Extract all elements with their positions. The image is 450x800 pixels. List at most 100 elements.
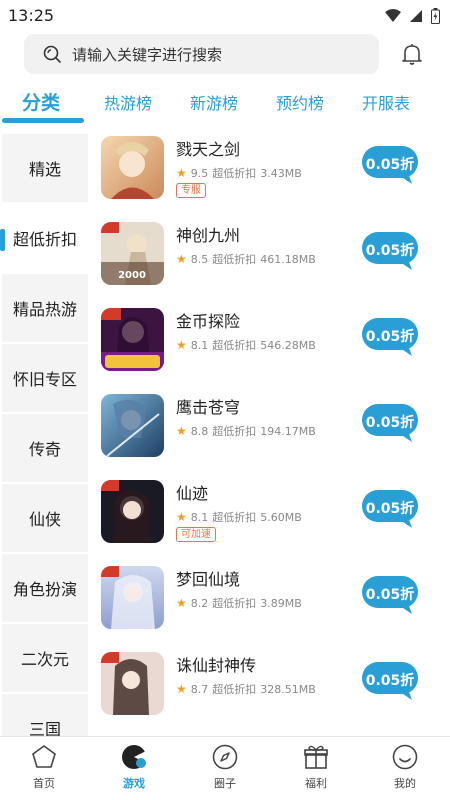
nav-profile[interactable]: 我的 <box>373 743 437 797</box>
bell-icon[interactable] <box>400 42 424 66</box>
tab-hot-games[interactable]: 热游榜 <box>104 90 152 114</box>
list-item[interactable]: 2000 神创九州 ★ 8.5 超低折扣 461.18MB 0.05折 <box>90 220 450 306</box>
tab-server-schedule[interactable]: 开服表 <box>362 90 410 114</box>
sidebar-item-label: 怀旧专区 <box>12 370 77 389</box>
game-icon-image <box>101 480 164 543</box>
game-desc: 超低折扣 <box>212 339 257 352</box>
star-icon: ★ <box>176 424 187 438</box>
sidebar-item-retro[interactable]: 怀旧专区 <box>2 344 88 412</box>
nav-label: 福利 <box>305 777 327 790</box>
discount-badge[interactable]: 0.05折 <box>362 576 418 614</box>
sidebar-item-three-kingdoms[interactable]: 三国 <box>2 694 88 736</box>
star-icon: ★ <box>176 166 187 180</box>
game-size: 5.60MB <box>260 510 302 524</box>
search-placeholder: 请输入关键字进行搜索 <box>72 45 223 64</box>
game-rating: 8.1 <box>190 510 209 524</box>
game-desc: 超低折扣 <box>212 253 257 266</box>
discount-badge[interactable]: 0.05折 <box>362 404 418 442</box>
sidebar-item-label: 角色扮演 <box>12 580 77 599</box>
sidebar-item-label: 二次元 <box>20 650 69 669</box>
sidebar-item-label: 精品热游 <box>12 300 77 319</box>
discount-badge[interactable]: 0.05折 <box>362 318 418 356</box>
sidebar-item-featured[interactable]: 精选 <box>2 134 88 202</box>
game-icon-image <box>101 652 164 715</box>
nav-label: 我的 <box>394 777 416 790</box>
game-name: 鹰击苍穹 <box>176 398 241 417</box>
nav-label: 游戏 <box>123 777 145 790</box>
sidebar-item-label: 传奇 <box>28 440 61 459</box>
game-icon <box>122 745 146 769</box>
sidebar-item-legend[interactable]: 传奇 <box>2 414 88 482</box>
game-icon-image <box>101 136 164 199</box>
list-item[interactable]: 仙迹 ★ 8.1 超低折扣 5.60MB 可加速 0.05折 <box>90 478 450 564</box>
top-tabs: 分类 热游榜 新游榜 预约榜 开服表 <box>0 90 450 124</box>
game-name: 诛仙封神传 <box>176 656 257 675</box>
star-icon: ★ <box>176 338 187 352</box>
star-icon: ★ <box>176 596 187 610</box>
discount-badge[interactable]: 0.05折 <box>362 490 418 528</box>
sidebar-item-low-discount[interactable]: 超低折扣 <box>2 204 88 272</box>
search-icon <box>43 45 61 63</box>
game-size: 194.17MB <box>260 424 316 438</box>
game-size: 3.89MB <box>260 596 302 610</box>
game-name: 戮天之剑 <box>176 140 241 159</box>
list-item[interactable]: 诛仙封神传 ★ 8.7 超低折扣 328.51MB 0.05折 <box>90 650 450 736</box>
game-size: 546.28MB <box>260 338 316 352</box>
list-item[interactable]: 鹰击苍穹 ★ 8.8 超低折扣 194.17MB 0.05折 <box>90 392 450 478</box>
discount-label: 0.05折 <box>365 673 415 689</box>
discount-label: 0.05折 <box>365 243 415 259</box>
sidebar-item-label: 精选 <box>28 160 61 179</box>
sidebar-item-xianxia[interactable]: 仙侠 <box>2 484 88 552</box>
compass-icon <box>212 744 238 770</box>
discount-badge[interactable]: 0.05折 <box>362 146 418 184</box>
battery-icon <box>431 8 440 24</box>
list-item[interactable]: 戮天之剑 ★ 9.5 超低折扣 3.43MB 专服 0.05折 <box>90 134 450 220</box>
tab-category[interactable]: 分类 <box>22 88 60 115</box>
nav-circle[interactable]: 圈子 <box>193 743 257 797</box>
smile-icon <box>392 744 418 770</box>
game-desc: 超低折扣 <box>212 597 257 610</box>
star-icon: ★ <box>176 252 187 266</box>
discount-badge[interactable]: 0.05折 <box>362 232 418 270</box>
sidebar-item-rpg[interactable]: 角色扮演 <box>2 554 88 622</box>
svg-text:2000: 2000 <box>118 270 146 281</box>
game-meta: ★ 9.5 超低折扣 3.43MB <box>176 165 302 181</box>
discount-label: 0.05折 <box>365 157 415 173</box>
list-item[interactable]: 梦回仙境 ★ 8.2 超低折扣 3.89MB 0.05折 <box>90 564 450 650</box>
sidebar-active-indicator <box>0 229 5 251</box>
game-list: 戮天之剑 ★ 9.5 超低折扣 3.43MB 专服 0.05折 2000 神创九州 ★… <box>90 132 450 736</box>
nav-home[interactable]: 首页 <box>12 743 76 797</box>
game-name: 金币探险 <box>176 312 241 331</box>
star-icon: ★ <box>176 510 187 524</box>
game-icon-image <box>101 394 164 457</box>
category-sidebar: 精选 超低折扣 精品热游 怀旧专区 传奇 仙侠 角色扮演 二次元 三国 <box>0 132 90 736</box>
tab-new-games[interactable]: 新游榜 <box>190 90 238 114</box>
tab-underline <box>2 118 84 123</box>
game-size: 461.18MB <box>260 252 316 266</box>
sidebar-item-label: 仙侠 <box>28 510 61 529</box>
game-desc: 超低折扣 <box>212 167 257 180</box>
status-time: 13:25 <box>8 6 55 25</box>
game-rating: 9.5 <box>190 166 209 180</box>
sidebar-item-premium-hot[interactable]: 精品热游 <box>2 274 88 342</box>
tab-reservation[interactable]: 预约榜 <box>276 90 324 114</box>
list-item[interactable]: 金币探险 ★ 8.1 超低折扣 546.28MB 0.05折 <box>90 306 450 392</box>
sidebar-item-anime[interactable]: 二次元 <box>2 624 88 692</box>
game-name: 仙迹 <box>176 484 209 503</box>
sidebar-item-label: 超低折扣 <box>12 230 77 249</box>
game-rating: 8.8 <box>190 424 209 438</box>
game-meta: ★ 8.8 超低折扣 194.17MB <box>176 423 316 439</box>
game-rating: 8.1 <box>190 338 209 352</box>
signal-icon <box>410 10 422 22</box>
game-meta: ★ 8.2 超低折扣 3.89MB <box>176 595 302 611</box>
search-input[interactable]: 请输入关键字进行搜索 <box>24 34 379 74</box>
nav-games[interactable]: 游戏 <box>102 743 166 797</box>
discount-badge[interactable]: 0.05折 <box>362 662 418 700</box>
game-meta: ★ 8.1 超低折扣 546.28MB <box>176 337 316 353</box>
star-icon: ★ <box>176 682 187 696</box>
game-icon-image: 2000 <box>101 222 164 285</box>
nav-welfare[interactable]: 福利 <box>284 743 348 797</box>
game-name: 梦回仙境 <box>176 570 241 589</box>
game-desc: 超低折扣 <box>212 511 257 524</box>
gift-icon <box>304 745 328 769</box>
